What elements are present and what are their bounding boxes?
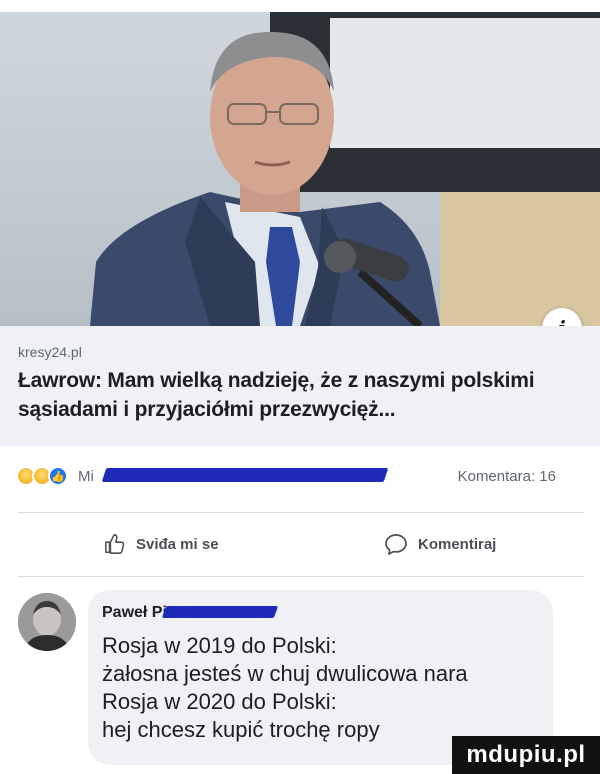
comment-label: Komentiraj xyxy=(418,535,497,553)
comments-count[interactable]: Komentara: 16 xyxy=(458,468,556,485)
comment-line: Rosja w 2019 do Polski: xyxy=(102,633,337,658)
reactions-summary[interactable]: 👍 Mi xyxy=(16,466,94,486)
avatar[interactable] xyxy=(18,593,76,651)
comment-icon xyxy=(385,534,407,555)
comment-line: Rosja w 2020 do Polski: xyxy=(102,689,337,714)
divider xyxy=(18,576,584,577)
link-source: kresy24.pl xyxy=(18,344,82,360)
article-photo[interactable] xyxy=(0,12,600,326)
redaction-bar xyxy=(161,606,279,618)
comment-button[interactable]: Komentiraj xyxy=(384,533,496,555)
redaction-bar xyxy=(101,468,389,482)
like-label: Sviđa mi se xyxy=(136,535,219,553)
link-headline[interactable]: Ławrow: Mam wielką nadzieję, że z naszym… xyxy=(18,366,578,424)
comment-text: Rosja w 2019 do Polski: żałosna jesteś w… xyxy=(102,632,542,744)
thumbs-up-icon xyxy=(105,534,125,554)
reaction-names: Mi xyxy=(78,467,94,485)
comment-author[interactable]: Paweł Pi xyxy=(102,604,167,622)
comment-line: żałosna jesteś w chuj dwulicowa nara xyxy=(102,661,468,686)
divider xyxy=(18,512,584,513)
like-button[interactable]: Sviđa mi se xyxy=(104,533,219,555)
watermark-logo: mdupiu.pl xyxy=(452,736,600,774)
like-reaction-icon: 👍 xyxy=(48,466,68,486)
